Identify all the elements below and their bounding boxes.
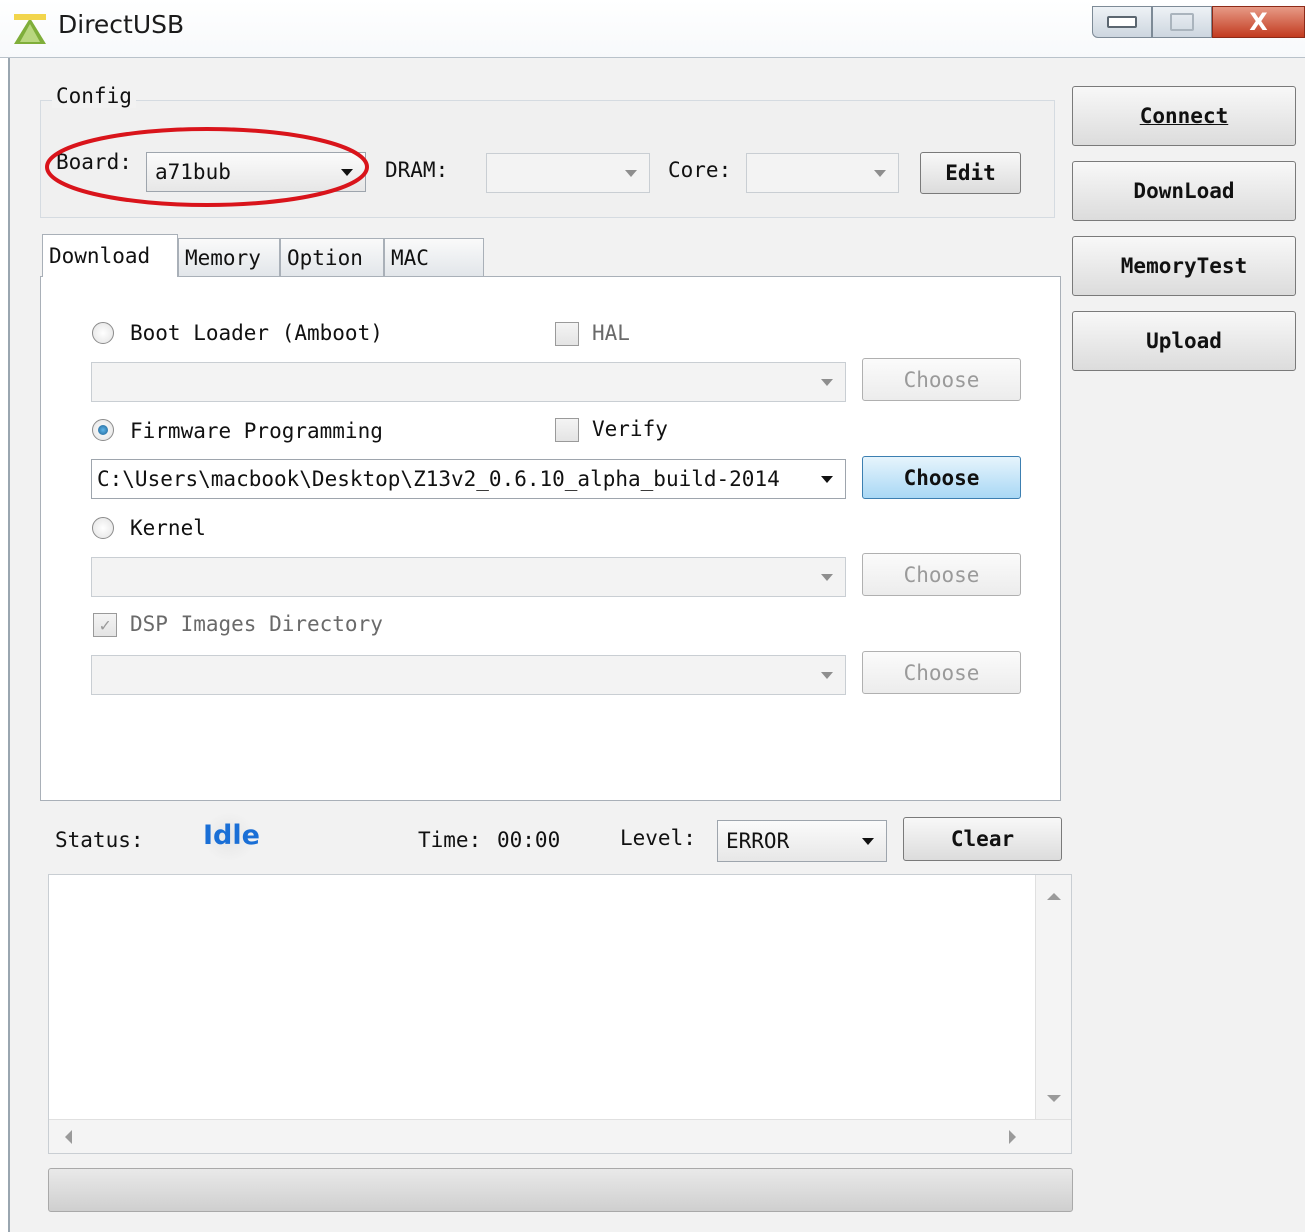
scroll-right-icon[interactable] <box>1009 1130 1016 1144</box>
dram-label: DRAM: <box>385 158 449 182</box>
chevron-down-icon <box>850 821 886 861</box>
clear-button[interactable]: Clear <box>903 817 1062 861</box>
progress-bar <box>48 1168 1073 1212</box>
chevron-down-icon <box>809 656 845 694</box>
minimize-button[interactable] <box>1092 6 1152 38</box>
maximize-icon <box>1170 13 1194 31</box>
dsp-label: DSP Images Directory <box>130 612 383 636</box>
scroll-up-icon[interactable] <box>1047 893 1061 900</box>
tab-option[interactable]: Option <box>280 238 384 276</box>
status-label: Status: <box>55 828 144 852</box>
tab-download[interactable]: Download <box>42 234 178 277</box>
choose-bootloader-button[interactable]: Choose <box>862 358 1021 401</box>
level-select[interactable]: ERROR <box>717 820 887 862</box>
core-label: Core: <box>668 158 732 182</box>
bootloader-label: Boot Loader (Amboot) <box>130 321 383 345</box>
dram-select[interactable] <box>486 153 650 193</box>
minimize-icon <box>1107 16 1137 28</box>
kernel-label: Kernel <box>130 516 206 540</box>
window-title: DirectUSB <box>58 10 185 39</box>
app-icon <box>14 14 46 44</box>
choose-dsp-button[interactable]: Choose <box>862 651 1021 694</box>
connect-button[interactable]: Connect <box>1072 86 1296 146</box>
hal-checkbox[interactable] <box>555 322 579 346</box>
chevron-down-icon <box>809 363 845 401</box>
time-label: Time: <box>418 828 482 852</box>
scroll-left-icon[interactable] <box>65 1130 72 1144</box>
annotation-ellipse <box>45 127 369 207</box>
level-select-value: ERROR <box>726 829 790 853</box>
choose-kernel-button[interactable]: Choose <box>862 553 1021 596</box>
firmware-label: Firmware Programming <box>130 419 383 443</box>
verify-label: Verify <box>592 417 668 441</box>
connect-button-label: Connect <box>1139 104 1229 128</box>
log-area[interactable] <box>48 874 1072 1154</box>
time-value: 00:00 <box>497 828 561 852</box>
firmware-path-value[interactable]: C:\Users\macbook\Desktop\Z13v2_0.6.10_al… <box>97 467 780 491</box>
bootloader-radio[interactable] <box>92 322 114 344</box>
chevron-down-icon <box>862 154 898 192</box>
kernel-radio[interactable] <box>92 517 114 539</box>
tab-memory[interactable]: Memory <box>178 238 280 276</box>
download-button[interactable]: DownLoad <box>1072 161 1296 221</box>
upload-button[interactable]: Upload <box>1072 311 1296 371</box>
upload-button-label: Upload <box>1146 329 1222 353</box>
chevron-down-icon <box>809 460 845 498</box>
title-bar[interactable]: DirectUSB X <box>0 0 1305 58</box>
download-button-label: DownLoad <box>1133 179 1235 203</box>
tab-mac[interactable]: MAC <box>384 238 484 276</box>
maximize-button[interactable] <box>1152 6 1212 38</box>
choose-firmware-button[interactable]: Choose <box>862 456 1021 499</box>
chevron-down-icon <box>613 154 649 192</box>
firmware-path-combo[interactable]: C:\Users\macbook\Desktop\Z13v2_0.6.10_al… <box>91 459 846 499</box>
memorytest-button-label: MemoryTest <box>1120 254 1248 278</box>
core-select[interactable] <box>746 153 899 193</box>
vertical-scrollbar[interactable] <box>1035 875 1071 1119</box>
hal-label: HAL <box>592 321 630 345</box>
bootloader-path-combo[interactable] <box>91 362 846 402</box>
scroll-down-icon[interactable] <box>1047 1095 1061 1102</box>
dsp-checkbox[interactable]: ✓ <box>93 613 117 637</box>
edit-button[interactable]: Edit <box>920 152 1021 194</box>
level-label: Level: <box>620 826 696 850</box>
horizontal-scrollbar[interactable] <box>49 1119 1071 1153</box>
checkmark-icon: ✓ <box>99 614 111 636</box>
config-group-label: Config <box>52 84 136 108</box>
kernel-path-combo[interactable] <box>91 557 846 597</box>
close-button[interactable]: X <box>1212 6 1305 38</box>
status-value: Idle <box>203 820 260 851</box>
memorytest-button[interactable]: MemoryTest <box>1072 236 1296 296</box>
verify-checkbox[interactable] <box>555 418 579 442</box>
chevron-down-icon <box>809 558 845 596</box>
firmware-radio[interactable] <box>92 419 114 441</box>
dsp-path-combo[interactable] <box>91 655 846 695</box>
